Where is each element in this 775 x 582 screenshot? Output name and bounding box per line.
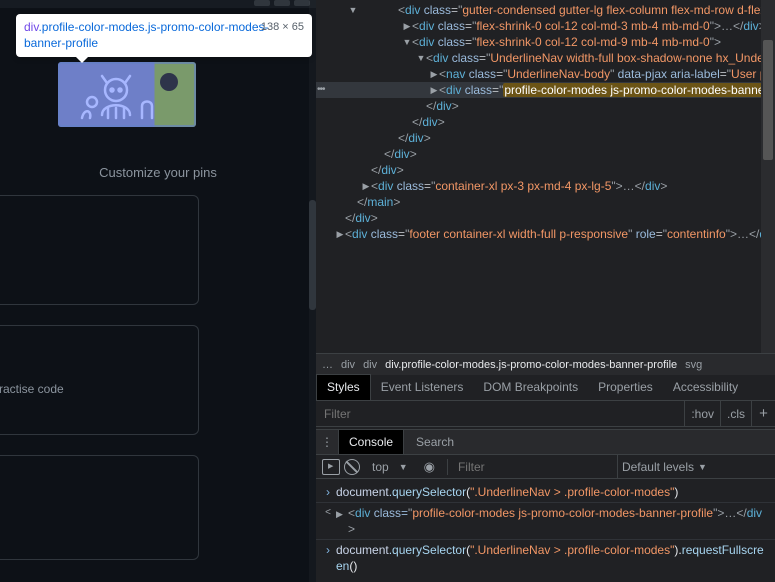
scrollbar-thumb[interactable]	[309, 200, 316, 310]
dom-node[interactable]: </div>	[316, 146, 775, 162]
tab-event-listeners[interactable]: Event Listeners	[371, 375, 474, 400]
elements-tree[interactable]: ▼<div class="gutter-condensed gutter-lg …	[316, 0, 775, 353]
dom-node[interactable]: ▶<div class="footer container-xl width-f…	[316, 226, 775, 242]
log-levels-selector[interactable]: Default levels▼	[617, 455, 711, 478]
dom-node[interactable]: </div>	[316, 210, 775, 226]
pinned-card[interactable]: ractise code	[0, 325, 199, 435]
dom-node[interactable]: ▼<div class="UnderlineNav width-full box…	[316, 50, 775, 66]
expand-icon[interactable]: ▶	[336, 505, 348, 537]
console-input-line[interactable]: › document.querySelector(".UnderlineNav …	[316, 540, 775, 576]
tab-properties[interactable]: Properties	[588, 375, 663, 400]
clear-console-icon[interactable]	[344, 459, 360, 475]
devtools-panel: ▼<div class="gutter-condensed gutter-lg …	[316, 0, 775, 582]
dom-node[interactable]: ▼<div class="flex-shrink-0 col-12 col-md…	[316, 34, 775, 50]
chevron-down-icon: ▼	[399, 462, 414, 472]
scrollbar-thumb[interactable]	[763, 40, 773, 160]
drawer-menu-icon[interactable]: ⋮	[316, 435, 338, 449]
dom-node[interactable]: </main>	[316, 194, 775, 210]
color-modes-banner[interactable]	[58, 62, 196, 127]
dom-node[interactable]: </div>	[316, 162, 775, 178]
breadcrumb[interactable]: … div div div.profile-color-modes.js-pro…	[316, 353, 775, 375]
dom-node[interactable]: ▶<div class="flex-shrink-0 col-12 col-md…	[316, 18, 775, 34]
page-header-strip	[0, 0, 316, 8]
output-icon: <	[320, 505, 336, 537]
toggle-drawer-icon[interactable]	[322, 459, 340, 475]
card-description: ractise code	[0, 382, 64, 396]
dom-node[interactable]: </div>	[316, 98, 775, 114]
crumb-item[interactable]: div	[363, 359, 377, 371]
live-expression-icon[interactable]: ◉	[418, 459, 441, 475]
prompt-icon: ›	[320, 484, 336, 500]
tab-search[interactable]: Search	[404, 435, 466, 449]
tooltip-dimensions: 138 × 65	[261, 20, 304, 34]
tooltip-classes: .profile-color-modes.js-promo-color-mode…	[24, 20, 269, 50]
tab-accessibility[interactable]: Accessibility	[663, 375, 748, 400]
tab-dom-breakpoints[interactable]: DOM Breakpoints	[473, 375, 588, 400]
crumb-item[interactable]: …	[322, 359, 333, 371]
tab-styles[interactable]: Styles	[316, 374, 371, 400]
new-style-rule-button[interactable]: +	[751, 401, 775, 426]
console-output[interactable]: › document.querySelector(".UnderlineNav …	[316, 479, 775, 582]
styles-filter-input[interactable]	[316, 407, 684, 421]
tooltip-tag: div	[24, 20, 38, 34]
dom-node[interactable]: </div>	[316, 114, 775, 130]
dom-node[interactable]: </div>	[316, 130, 775, 146]
inspect-tooltip: div.profile-color-modes.js-promo-color-m…	[16, 14, 312, 57]
cls-toggle[interactable]: .cls	[720, 401, 751, 426]
pinned-card[interactable]	[0, 455, 199, 560]
console-drawer-header: ⋮ Console Search	[316, 429, 775, 455]
crumb-item[interactable]: svg	[685, 359, 702, 371]
dom-node[interactable]: ▶<div class="container-xl px-3 px-md-4 p…	[316, 178, 775, 194]
styles-filter-row: :hov .cls +	[316, 401, 775, 427]
prompt-icon: ›	[320, 542, 336, 574]
dom-node-selected[interactable]: ▶<div class="profile-color-modes js-prom…	[316, 82, 775, 98]
crumb-item-selected[interactable]: div.profile-color-modes.js-promo-color-m…	[385, 359, 677, 371]
crumb-item[interactable]: div	[341, 359, 355, 371]
console-filter-input[interactable]	[454, 460, 613, 474]
console-input-line[interactable]: › document.querySelector(".UnderlineNav …	[316, 482, 775, 503]
page-preview-pane: div.profile-color-modes.js-promo-color-m…	[0, 0, 316, 582]
pinned-card[interactable]	[0, 195, 199, 305]
console-toolbar: top ▼ ◉ Default levels▼	[316, 455, 775, 479]
console-output-line[interactable]: < ▶ <div class="profile-color-modes js-p…	[316, 503, 775, 540]
styles-tabstrip: Styles Event Listeners DOM Breakpoints P…	[316, 375, 775, 401]
customize-pins-link[interactable]: Customize your pins	[0, 165, 316, 180]
dom-node[interactable]: ▼<div class="gutter-condensed gutter-lg …	[316, 2, 775, 18]
hov-toggle[interactable]: :hov	[684, 401, 720, 426]
dom-node[interactable]: ▶<nav class="UnderlineNav-body" data-pja…	[316, 66, 775, 82]
context-selector[interactable]: top	[364, 460, 395, 474]
tab-console[interactable]: Console	[338, 430, 404, 454]
octocat-icon	[72, 70, 182, 120]
